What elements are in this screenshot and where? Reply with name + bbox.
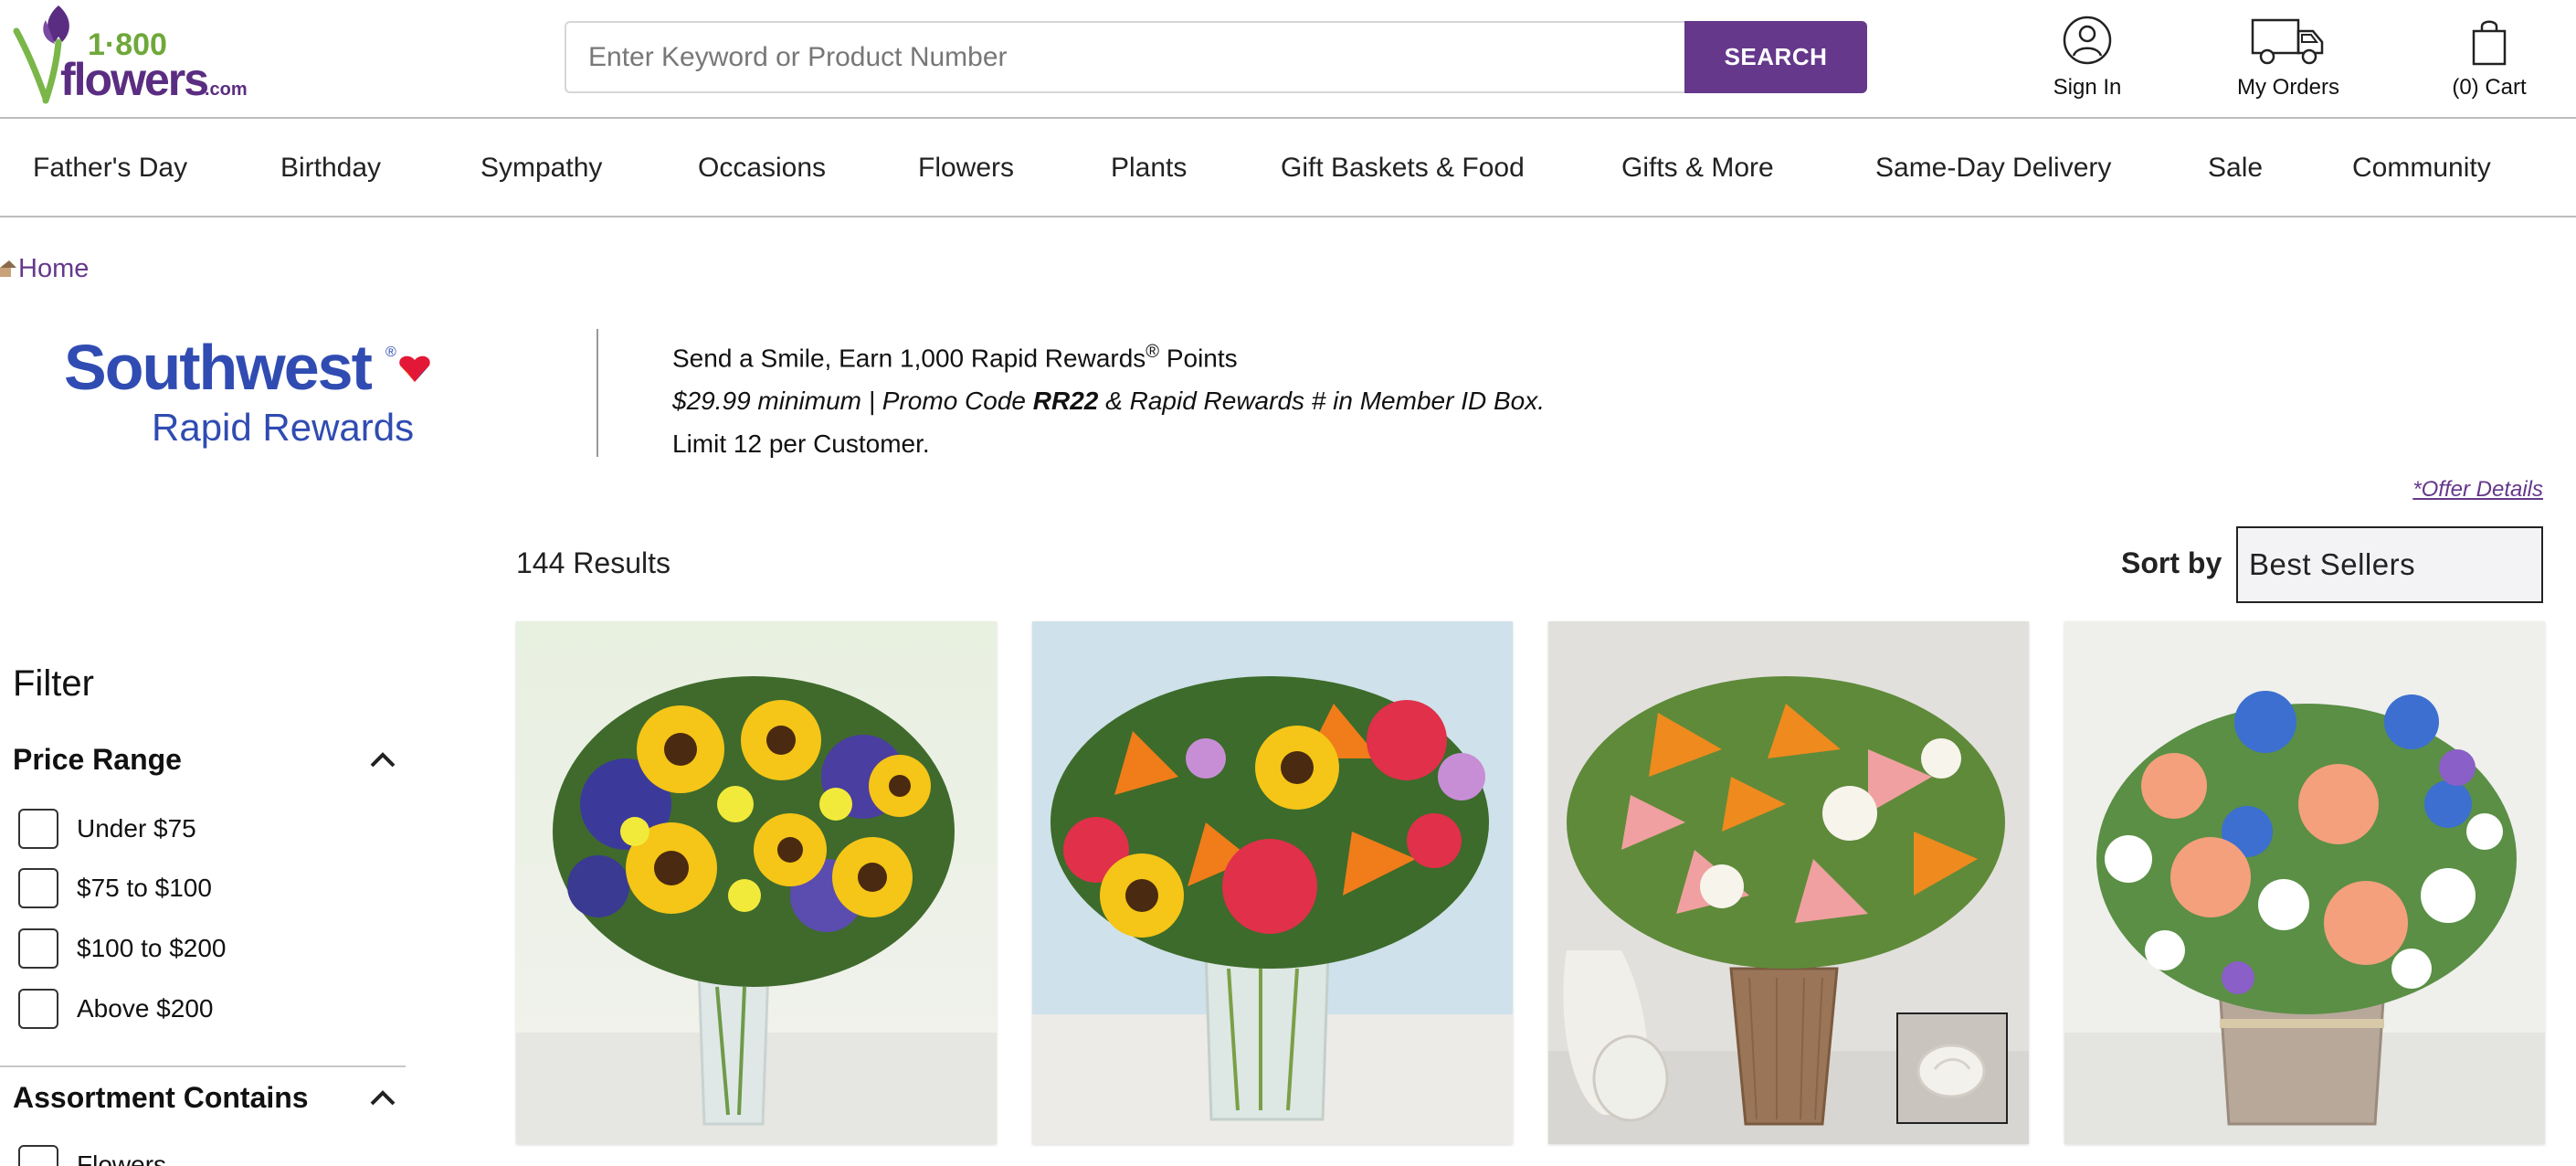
promo-logo-brand: Southwest xyxy=(64,332,373,403)
product-card[interactable] xyxy=(1032,621,1513,1144)
breadcrumb-home[interactable]: Home xyxy=(18,254,89,284)
checkbox[interactable] xyxy=(18,928,58,969)
promo-text: Send a Smile, Earn 1,000 Rapid Rewards® … xyxy=(672,331,1545,465)
main-nav: Father's Day Birthday Sympathy Occasions… xyxy=(0,121,2576,217)
nav-community[interactable]: Community xyxy=(2352,121,2491,216)
checkbox-label: Under $75 xyxy=(77,814,196,843)
product-image xyxy=(1032,621,1513,1144)
checkbox-label: Above $200 xyxy=(77,994,214,1023)
product-card[interactable] xyxy=(2064,621,2545,1144)
price-above-200[interactable]: Above $200 xyxy=(18,988,213,1030)
promo-line-2: $29.99 minimum | Promo Code RR22 & Rapid… xyxy=(672,387,1546,416)
promo-line-3: Limit 12 per Customer. xyxy=(672,429,930,459)
promo-code: RR22 xyxy=(1032,387,1099,416)
sort-select[interactable]: Best Sellers xyxy=(2236,526,2543,603)
heart-icon xyxy=(399,355,430,382)
truck-icon xyxy=(2251,18,2324,65)
results-count: 144 Results xyxy=(516,546,670,579)
promo-divider xyxy=(596,329,598,457)
logo-flowers-text: flowers xyxy=(60,54,207,105)
user-icon xyxy=(2063,16,2112,65)
checkbox-label: $100 to $200 xyxy=(77,934,227,962)
product-image xyxy=(516,621,997,1144)
site-logo[interactable]: 1·800 flowers .com xyxy=(9,0,248,110)
price-under-75[interactable]: Under $75 xyxy=(18,808,196,850)
sign-in-label: Sign In xyxy=(2053,75,2122,100)
search-input[interactable] xyxy=(565,21,1688,93)
checkbox[interactable] xyxy=(18,809,58,849)
checkbox-label: $75 to $100 xyxy=(77,874,212,902)
cart-label: (0) Cart xyxy=(2452,75,2527,100)
my-orders-button[interactable]: My Orders xyxy=(2220,9,2357,101)
checkbox[interactable] xyxy=(18,1145,58,1166)
checkbox-label: Flowers xyxy=(77,1150,167,1166)
price-100-200[interactable]: $100 to $200 xyxy=(18,928,227,970)
sort-label: Sort by xyxy=(2121,546,2222,579)
nav-gift-baskets[interactable]: Gift Baskets & Food xyxy=(1281,121,1525,216)
facet-price-range-header[interactable]: Price Range xyxy=(13,737,396,782)
product-image xyxy=(2064,621,2545,1144)
search-button[interactable]: SEARCH xyxy=(1684,21,1867,93)
shopping-bag-icon xyxy=(2472,20,2507,66)
breadcrumb[interactable]: Home xyxy=(0,249,89,289)
checkbox[interactable] xyxy=(18,868,58,908)
my-orders-label: My Orders xyxy=(2236,75,2339,100)
facet-assortment-title: Assortment Contains xyxy=(13,1080,309,1114)
nav-occasions[interactable]: Occasions xyxy=(698,121,826,216)
nav-plants[interactable]: Plants xyxy=(1111,121,1187,216)
chevron-up-icon xyxy=(370,1090,396,1106)
promo-logo-sub: Rapid Rewards xyxy=(152,406,414,449)
offer-details-link[interactable]: *Offer Details xyxy=(2412,477,2543,503)
logo-dotcom-text: .com xyxy=(205,80,247,100)
search-bar: SEARCH xyxy=(565,21,1867,93)
cart-button[interactable]: (0) Cart xyxy=(2430,9,2549,101)
nav-same-day[interactable]: Same-Day Delivery xyxy=(1875,121,2111,216)
facet-price-range-title: Price Range xyxy=(13,742,182,776)
nav-sympathy[interactable]: Sympathy xyxy=(480,121,602,216)
price-75-100[interactable]: $75 to $100 xyxy=(18,867,212,909)
assortment-flowers[interactable]: Flowers xyxy=(18,1144,166,1166)
promo-line-1: Send a Smile, Earn 1,000 Rapid Rewards® … xyxy=(672,342,1238,373)
site-header: 1·800 flowers .com SEARCH Sign In xyxy=(0,0,2576,119)
facet-assortment-header[interactable]: Assortment Contains xyxy=(13,1075,396,1120)
nav-flowers[interactable]: Flowers xyxy=(918,121,1014,216)
southwest-rapid-rewards-logo: Southwest ® Rapid Rewards xyxy=(60,329,453,457)
shell-icon xyxy=(1898,1014,2006,1122)
filter-title: Filter xyxy=(13,663,94,704)
nav-sale[interactable]: Sale xyxy=(2208,121,2263,216)
nav-gifts-more[interactable]: Gifts & More xyxy=(1621,121,1774,216)
nav-birthday[interactable]: Birthday xyxy=(280,121,381,216)
facet-divider xyxy=(0,1065,406,1067)
product-card[interactable] xyxy=(516,621,997,1144)
alternate-view-thumbnail[interactable] xyxy=(1896,1012,2008,1124)
promo-logo-reg: ® xyxy=(385,344,396,360)
nav-fathers-day[interactable]: Father's Day xyxy=(33,121,187,216)
sign-in-button[interactable]: Sign In xyxy=(2028,9,2147,101)
checkbox[interactable] xyxy=(18,989,58,1029)
chevron-up-icon xyxy=(370,752,396,768)
home-icon xyxy=(0,260,16,277)
